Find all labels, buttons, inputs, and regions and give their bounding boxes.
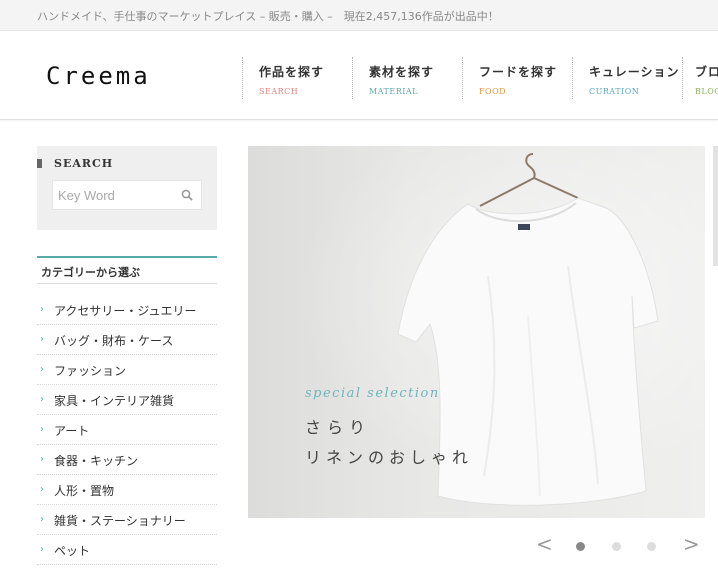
category-item[interactable]: › 雑貨・ステーショナリー [37,505,217,535]
creema-logo[interactable]: Creema [46,62,151,90]
category-label: ファッション [54,364,127,378]
site-tagline: ハンドメイド、手仕事のマーケットプレイス – 販売・購入 – 現在2,457,1… [37,10,499,23]
category-item[interactable]: › バッグ・財布・ケース [37,325,217,355]
category-heading: カテゴリーから選ぶ [37,256,217,284]
nav-sublabel: MATERIAL [369,87,418,96]
chevron-right-icon: › [40,304,44,315]
chevron-right-icon: › [40,424,44,435]
hero-banner[interactable]: special selection さらり リネンのおしゃれ [248,146,705,518]
header: Creema 作品を探す SEARCH 素材を探す MATERIAL フードを探… [0,31,718,120]
category-label: 家具・インテリア雑貨 [54,394,175,408]
category-item[interactable]: › ファッション [37,355,217,385]
slide-dot[interactable] [647,542,656,551]
hero-headline-1: さらり [305,418,372,437]
chevron-right-icon: › [40,334,44,345]
nav-sublabel: SEARCH [259,87,299,96]
nav-label: フードを探す [479,65,558,79]
next-slide-peek [713,146,718,266]
category-label: アクセサリー・ジュエリー [54,304,197,318]
hero-subtitle: special selection [305,386,440,401]
chevron-right-icon: › [40,544,44,555]
slide-dot[interactable] [576,542,585,551]
category-label: 人形・置物 [54,484,115,498]
nav-label: 素材を探す [369,65,435,79]
global-nav: 作品を探す SEARCH 素材を探す MATERIAL フードを探す FOOD … [242,57,718,99]
nav-label: 作品を探す [259,65,325,79]
category-label: ペット [54,544,91,558]
hero-headline-2: リネンのおしゃれ [305,448,474,467]
search-input[interactable] [53,181,173,209]
slide-dot[interactable] [612,542,621,551]
chevron-right-icon: › [40,514,44,525]
nav-sublabel: BLOG [695,87,718,96]
nav-search[interactable]: 作品を探す SEARCH [242,57,352,99]
category-label: バッグ・財布・ケース [54,334,174,348]
category-list: › アクセサリー・ジュエリー › バッグ・財布・ケース › ファッション › 家具・イン… [37,295,217,565]
slider-pager: < > [530,532,710,562]
category-label: アート [54,424,90,438]
category-item[interactable]: › ペット [37,535,217,565]
nav-label: キュレーション [589,65,680,79]
nav-sublabel: FOOD [479,87,507,96]
chevron-right-icon: › [40,394,44,405]
category-label: 雑貨・ステーショナリー [54,514,186,528]
nav-curation[interactable]: キュレーション CURATION [572,57,682,99]
category-label: 食器・キッチン [54,454,139,468]
nav-material[interactable]: 素材を探す MATERIAL [352,57,462,99]
chevron-right-icon: › [40,454,44,465]
search-icon[interactable] [181,189,193,201]
category-item[interactable]: › 家具・インテリア雑貨 [37,385,217,415]
nav-blog[interactable]: ブロ BLOG [682,57,718,99]
category-item[interactable]: › アクセサリー・ジュエリー [37,295,217,325]
sidebar-search: SEARCH [37,146,217,230]
top-bar: ハンドメイド、手仕事のマーケットプレイス – 販売・購入 – 現在2,457,1… [0,0,718,31]
category-item[interactable]: › アート [37,415,217,445]
category-item[interactable]: › 人形・置物 [37,475,217,505]
nav-food[interactable]: フードを探す FOOD [462,57,572,99]
nav-label: ブロ [695,65,718,79]
search-field [52,180,202,210]
search-title: SEARCH [37,157,113,170]
chevron-right-icon: › [40,484,44,495]
prev-arrow-icon[interactable]: < [536,532,553,556]
next-arrow-icon[interactable]: > [683,532,700,556]
nav-sublabel: CURATION [589,87,640,96]
chevron-right-icon: › [40,364,44,375]
category-item[interactable]: › 食器・キッチン [37,445,217,475]
